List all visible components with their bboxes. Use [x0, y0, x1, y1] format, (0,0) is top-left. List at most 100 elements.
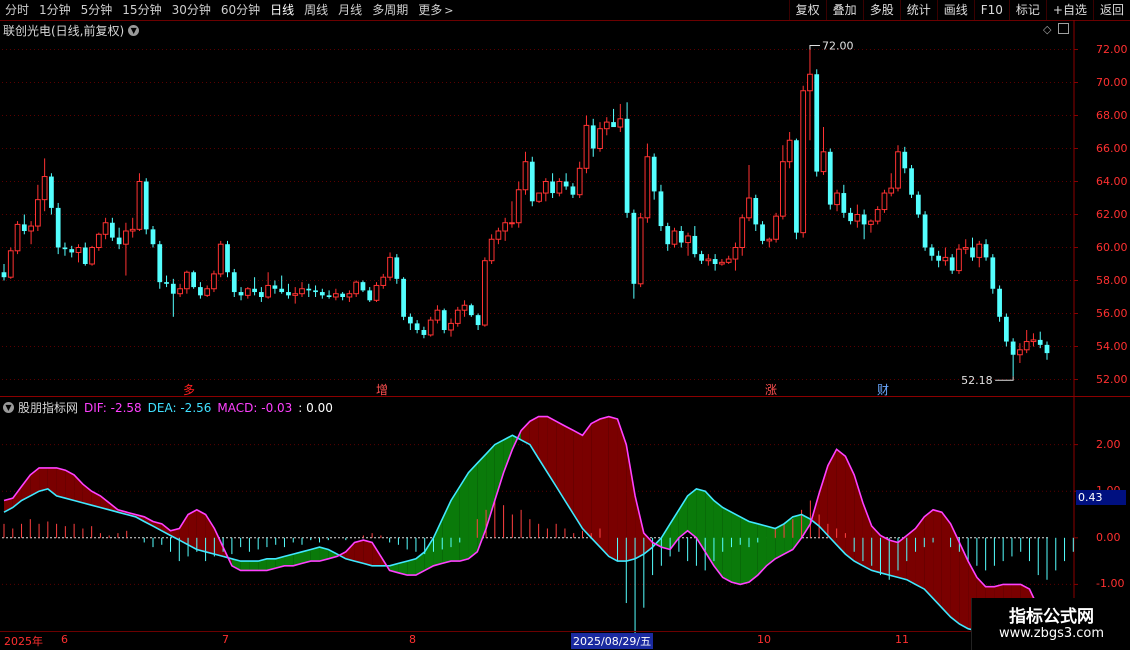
candle: [136, 173, 143, 231]
candle-body: [902, 151, 908, 169]
macd-ribbon-segment: [687, 488, 697, 538]
candle-body: [895, 151, 901, 189]
candle: [922, 211, 928, 251]
macd-value: MACD: -0.03: [217, 400, 293, 415]
candle: [685, 232, 691, 256]
candle: [658, 184, 664, 231]
candle-body: [7, 250, 14, 278]
candle: [143, 178, 149, 235]
candle: [306, 283, 312, 297]
candle-body: [583, 124, 590, 169]
candle-body: [699, 254, 704, 261]
candle-body: [75, 247, 82, 253]
candle-body: [522, 161, 529, 191]
macd-ribbon-segment: [740, 516, 749, 585]
macd-ribbon-segment: [39, 467, 48, 492]
candle-body: [217, 243, 224, 275]
macd-ribbon-segment: [363, 540, 373, 566]
candle-body: [624, 118, 630, 213]
candle: [183, 270, 190, 294]
macd-ribbon-segment: [573, 430, 583, 529]
candle: [671, 227, 678, 248]
candle: [1003, 313, 1009, 347]
event-marker[interactable]: 多: [183, 381, 195, 398]
candle-body: [956, 248, 962, 272]
watermark-title: 指标公式网: [1009, 607, 1094, 627]
candle-body: [807, 73, 813, 92]
candle-body: [367, 290, 373, 301]
candle-body: [488, 238, 495, 262]
candle-body: [401, 278, 406, 317]
date-month: 10: [757, 633, 771, 646]
candle-body: [779, 161, 786, 217]
candle: [773, 212, 779, 243]
candle: [448, 318, 454, 337]
price-tick-label: 58.00: [1096, 273, 1128, 287]
candle: [888, 173, 895, 197]
candle: [895, 145, 901, 192]
candle: [848, 207, 853, 225]
candle: [1037, 331, 1043, 349]
macd-ribbon-segment: [608, 416, 618, 562]
date-axis: 2025年 6 7 8 2025/08/29/五 10 11: [0, 631, 1074, 650]
macd-ribbon-segment: [468, 463, 478, 559]
candle: [915, 191, 921, 218]
candle-body: [461, 304, 468, 311]
candle: [394, 254, 400, 284]
candle: [407, 313, 413, 330]
candle: [150, 226, 156, 248]
price-tick-label: 70.00: [1096, 75, 1128, 89]
candle-body: [340, 293, 346, 297]
chevron-down-icon[interactable]: ▼: [3, 402, 14, 413]
candle: [990, 254, 996, 294]
candle-body: [909, 168, 914, 195]
candle-body: [983, 244, 989, 258]
candle-body: [170, 283, 176, 294]
macd-ribbon-segment: [196, 509, 206, 552]
candle: [590, 118, 596, 157]
candle-body: [732, 247, 739, 260]
candle: [1030, 333, 1037, 347]
selected-date[interactable]: 2025/08/29/五: [571, 633, 654, 649]
candle-body: [306, 288, 312, 291]
candle: [563, 173, 569, 190]
candle: [550, 173, 555, 198]
macd-ribbon-segment: [56, 467, 66, 499]
candle-body: [631, 212, 637, 284]
candle: [82, 242, 88, 266]
macd-ribbon-segment: [354, 540, 364, 564]
event-marker[interactable]: 财: [877, 381, 889, 398]
price-tick-label: 64.00: [1096, 174, 1128, 188]
candle: [814, 69, 820, 177]
candle: [332, 288, 339, 301]
candle: [414, 320, 420, 334]
candle-body: [962, 247, 969, 250]
candle-body: [394, 257, 400, 279]
candle-body: [725, 258, 732, 263]
macd-ribbon-segment: [906, 528, 916, 585]
candle-body: [1037, 339, 1043, 345]
event-marker[interactable]: 涨: [765, 381, 777, 398]
macd-ribbon-segment: [880, 535, 890, 576]
candle: [644, 143, 651, 223]
candle: [760, 221, 765, 245]
candle-body: [1044, 344, 1050, 354]
candle-body: [62, 247, 68, 250]
candle-body: [258, 292, 264, 297]
candle-body: [868, 220, 874, 225]
watermark: 指标公式网 www.zbgs3.com: [971, 598, 1130, 650]
event-marker[interactable]: 增: [376, 381, 388, 398]
candle-body: [814, 74, 820, 172]
candle-body: [794, 140, 799, 233]
candle-body: [942, 256, 949, 262]
candle-body: [760, 224, 765, 241]
candle-body: [427, 319, 434, 336]
candle: [265, 272, 272, 299]
candle-body: [198, 287, 203, 296]
candle: [949, 254, 955, 274]
price-tick-label: 66.00: [1096, 141, 1128, 155]
macd-ribbon-segment: [433, 519, 443, 566]
indicator-name: 股朋指标网: [18, 401, 79, 415]
candle: [536, 192, 542, 203]
candle-body: [739, 217, 746, 249]
